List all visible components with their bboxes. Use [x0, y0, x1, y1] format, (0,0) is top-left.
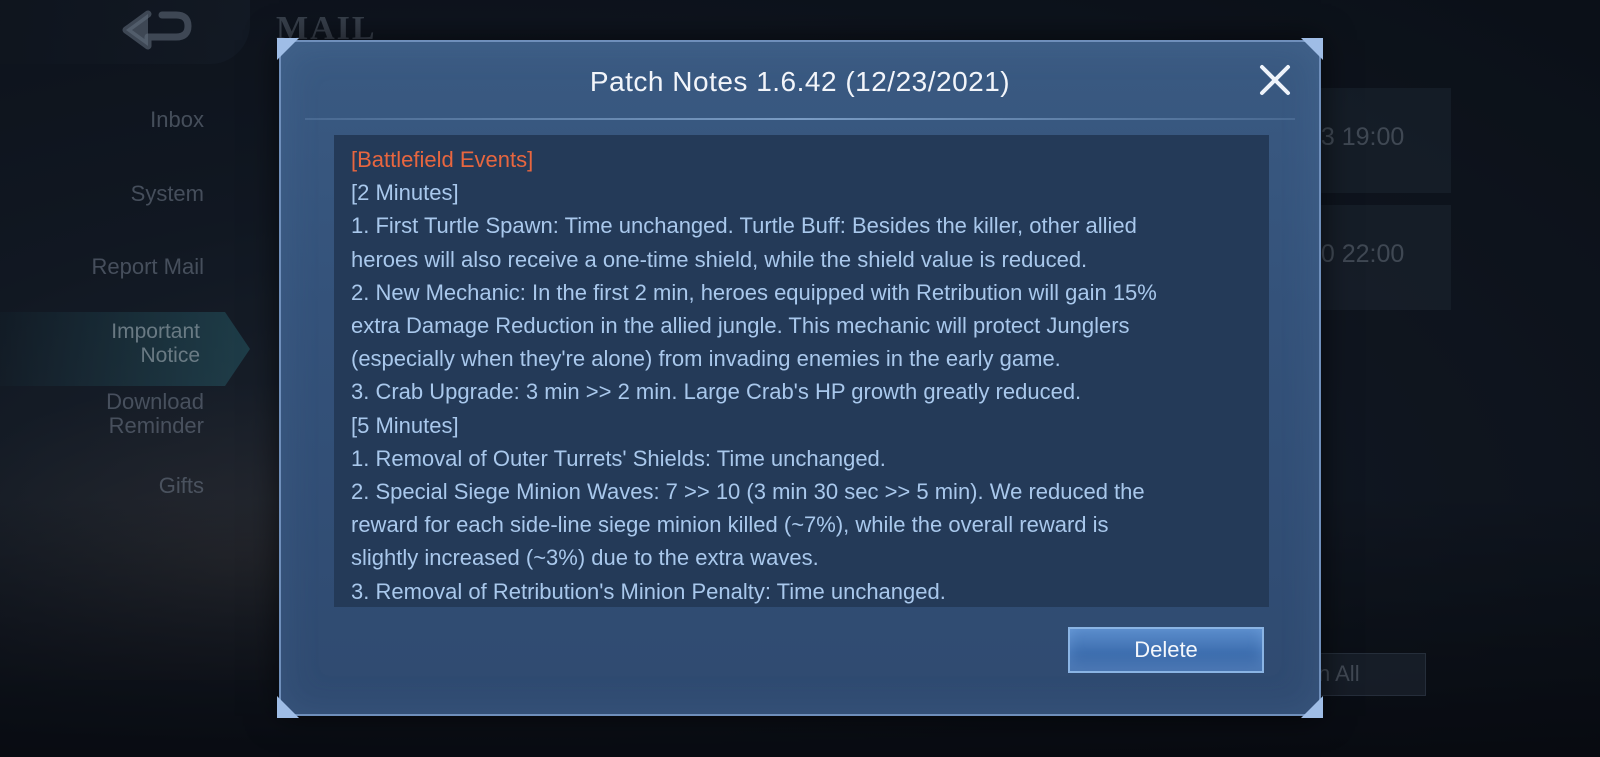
patch-notes-content[interactable]: [Battlefield Events] [2 Minutes] 1. Firs… [334, 135, 1269, 607]
close-icon [1260, 65, 1290, 95]
notes-line: [5 Minutes] [351, 412, 459, 438]
notes-line: extra Damage Reduction in the allied jun… [351, 313, 1130, 339]
corner-ornament-icon [277, 696, 299, 718]
notes-line: [2 Minutes] [351, 180, 459, 206]
close-button[interactable] [1257, 62, 1293, 98]
notes-line: heroes will also receive a one-time shie… [351, 246, 1088, 272]
section-heading: [Battlefield Events] [351, 147, 534, 172]
notes-line: 1. Removal of Outer Turrets' Shields: Ti… [351, 445, 886, 471]
notes-line: reward for each side-line siege minion k… [351, 512, 1109, 538]
corner-ornament-icon [277, 38, 299, 60]
dialog-title: Patch Notes 1.6.42 (12/23/2021) [589, 66, 1011, 97]
title-divider [305, 118, 1295, 120]
notes-line: 2. Special Siege Minion Waves: 7 >> 10 (… [351, 479, 1145, 505]
notes-line: 3. Crab Upgrade: 3 min >> 2 min. Large C… [351, 379, 1082, 405]
corner-ornament-icon [1301, 38, 1323, 60]
notes-line: 3. Removal of Retribution's Minion Penal… [351, 578, 946, 604]
delete-button[interactable]: Delete [1068, 627, 1264, 673]
notes-line: slightly increased (~3%) due to the extr… [351, 545, 819, 571]
patch-notes-dialog: Patch Notes 1.6.42 (12/23/2021) [Battlef… [277, 38, 1323, 718]
notes-line: 2. New Mechanic: In the first 2 min, her… [351, 279, 1157, 305]
notes-line: (especially when they're alone) from inv… [351, 346, 1061, 372]
notes-line: 1. First Turtle Spawn: Time unchanged. T… [351, 213, 1137, 239]
corner-ornament-icon [1301, 696, 1323, 718]
